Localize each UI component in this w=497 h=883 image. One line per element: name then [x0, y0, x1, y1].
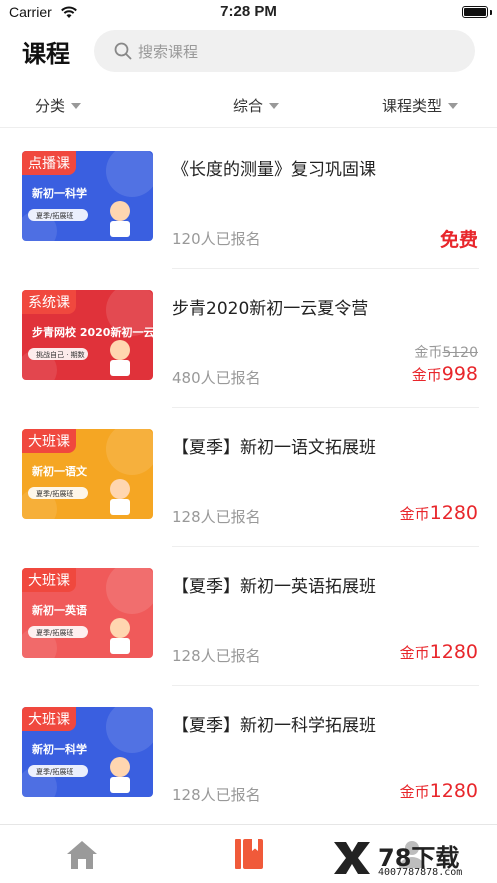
- course-item[interactable]: 大班课 新初一语文 夏季/拓展班 【夏季】新初一语文拓展班 128人已报名 金币…: [0, 408, 497, 547]
- watermark-logo-icon: [334, 842, 370, 874]
- course-title: 【夏季】新初一科学拓展班: [172, 716, 376, 736]
- caret-down-icon: [448, 103, 459, 109]
- caret-down-icon: [71, 103, 82, 109]
- filter-sort-label: 综合: [233, 97, 264, 115]
- course-type-tag: 大班课: [22, 707, 76, 731]
- cover-subtitle: 夏季/拓展班: [36, 628, 73, 637]
- tab-home[interactable]: [65, 839, 99, 875]
- battery-cap: [490, 10, 492, 15]
- search-icon: [114, 42, 132, 60]
- course-price: 金币1280: [400, 780, 478, 802]
- price-value: 1280: [429, 502, 478, 524]
- price-value: 1280: [429, 780, 478, 802]
- course-price: 金币998: [412, 363, 478, 385]
- status-time: 7:28 PM: [220, 3, 277, 20]
- battery-icon: [462, 6, 488, 18]
- course-item[interactable]: 大班课 新初一科学 夏季/拓展班 【夏季】新初一科学拓展班 128人已报名 金币…: [0, 686, 497, 825]
- course-title: 【夏季】新初一英语拓展班: [172, 577, 376, 597]
- original-price: 金币5120: [414, 342, 478, 362]
- filter-type-dropdown[interactable]: 课程类型: [382, 95, 459, 116]
- course-title: 《长度的测量》复习巩固课: [172, 160, 376, 180]
- filter-bar: 分类 综合 课程类型: [0, 84, 497, 128]
- watermark: 78下载 4007787878.com: [332, 834, 497, 883]
- price-prefix: 金币: [411, 366, 442, 384]
- header: 课程 搜索课程: [0, 26, 497, 80]
- course-thumbnail: 点播课 新初一科学 夏季/拓展班: [22, 151, 153, 241]
- course-thumbnail: 大班课 新初一语文 夏季/拓展班: [22, 429, 153, 519]
- filter-sort-dropdown[interactable]: 综合: [233, 95, 280, 116]
- cover-subtitle: 夏季/拓展班: [36, 767, 73, 776]
- price-prefix: 金币: [399, 505, 430, 523]
- filter-category-dropdown[interactable]: 分类: [35, 95, 82, 116]
- original-price-value: 5120: [442, 345, 478, 361]
- search-placeholder: 搜索课程: [138, 43, 199, 61]
- course-thumbnail: 系统课 步青网校 2020新初一云夏令营 挑战自己 · 期数: [22, 290, 153, 380]
- price-prefix: 金币: [399, 783, 430, 801]
- price-value: 免费: [439, 229, 478, 251]
- original-price-prefix: 金币: [414, 345, 443, 361]
- cover-subtitle: 夏季/拓展班: [36, 211, 73, 220]
- course-item[interactable]: 系统课 步青网校 2020新初一云夏令营 挑战自己 · 期数 步青2020新初一…: [0, 269, 497, 408]
- course-title: 步青2020新初一云夏令营: [172, 299, 369, 319]
- cover-title: 步青网校 2020新初一云夏令营: [32, 325, 153, 339]
- enrolled-count: 480人已报名: [172, 369, 261, 387]
- course-type-tag: 大班课: [22, 429, 76, 453]
- status-bar: Carrier 7:28 PM: [0, 0, 497, 26]
- course-item[interactable]: 点播课 新初一科学 夏季/拓展班 《长度的测量》复习巩固课 120人已报名 免费: [0, 130, 497, 269]
- course-price: 金币1280: [400, 502, 478, 524]
- filter-type-label: 课程类型: [382, 97, 443, 115]
- course-price: 免费: [440, 225, 478, 252]
- cover-subtitle: 夏季/拓展班: [36, 489, 73, 498]
- search-input[interactable]: 搜索课程: [94, 30, 475, 72]
- price-value: 998: [441, 363, 478, 385]
- filter-category-label: 分类: [35, 97, 66, 115]
- course-type-tag: 系统课: [22, 290, 76, 314]
- page-title: 课程: [22, 40, 70, 68]
- cover-title: 新初一科学: [32, 742, 87, 756]
- caret-down-icon: [269, 103, 280, 109]
- price-prefix: 金币: [399, 644, 430, 662]
- course-thumbnail: 大班课 新初一科学 夏季/拓展班: [22, 707, 153, 797]
- enrolled-count: 128人已报名: [172, 786, 261, 804]
- cover-title: 新初一语文: [32, 464, 88, 478]
- cover-title: 新初一英语: [32, 603, 87, 617]
- price-value: 1280: [429, 641, 478, 663]
- home-icon: [67, 841, 97, 869]
- enrolled-count: 120人已报名: [172, 230, 261, 248]
- cover-subtitle: 挑战自己 · 期数: [36, 350, 85, 359]
- enrolled-count: 128人已报名: [172, 647, 261, 665]
- course-price: 金币1280: [400, 641, 478, 663]
- enrolled-count: 128人已报名: [172, 508, 261, 526]
- course-title: 【夏季】新初一语文拓展班: [172, 438, 376, 458]
- course-thumbnail: 大班课 新初一英语 夏季/拓展班: [22, 568, 153, 658]
- book-icon: [235, 839, 263, 869]
- tab-course[interactable]: [234, 838, 264, 874]
- course-type-tag: 大班课: [22, 568, 76, 592]
- cover-title: 新初一科学: [32, 186, 87, 200]
- course-item[interactable]: 大班课 新初一英语 夏季/拓展班 【夏季】新初一英语拓展班 128人已报名 金币…: [0, 547, 497, 686]
- watermark-sub: 4007787878.com: [378, 867, 463, 878]
- course-type-tag: 点播课: [22, 151, 76, 175]
